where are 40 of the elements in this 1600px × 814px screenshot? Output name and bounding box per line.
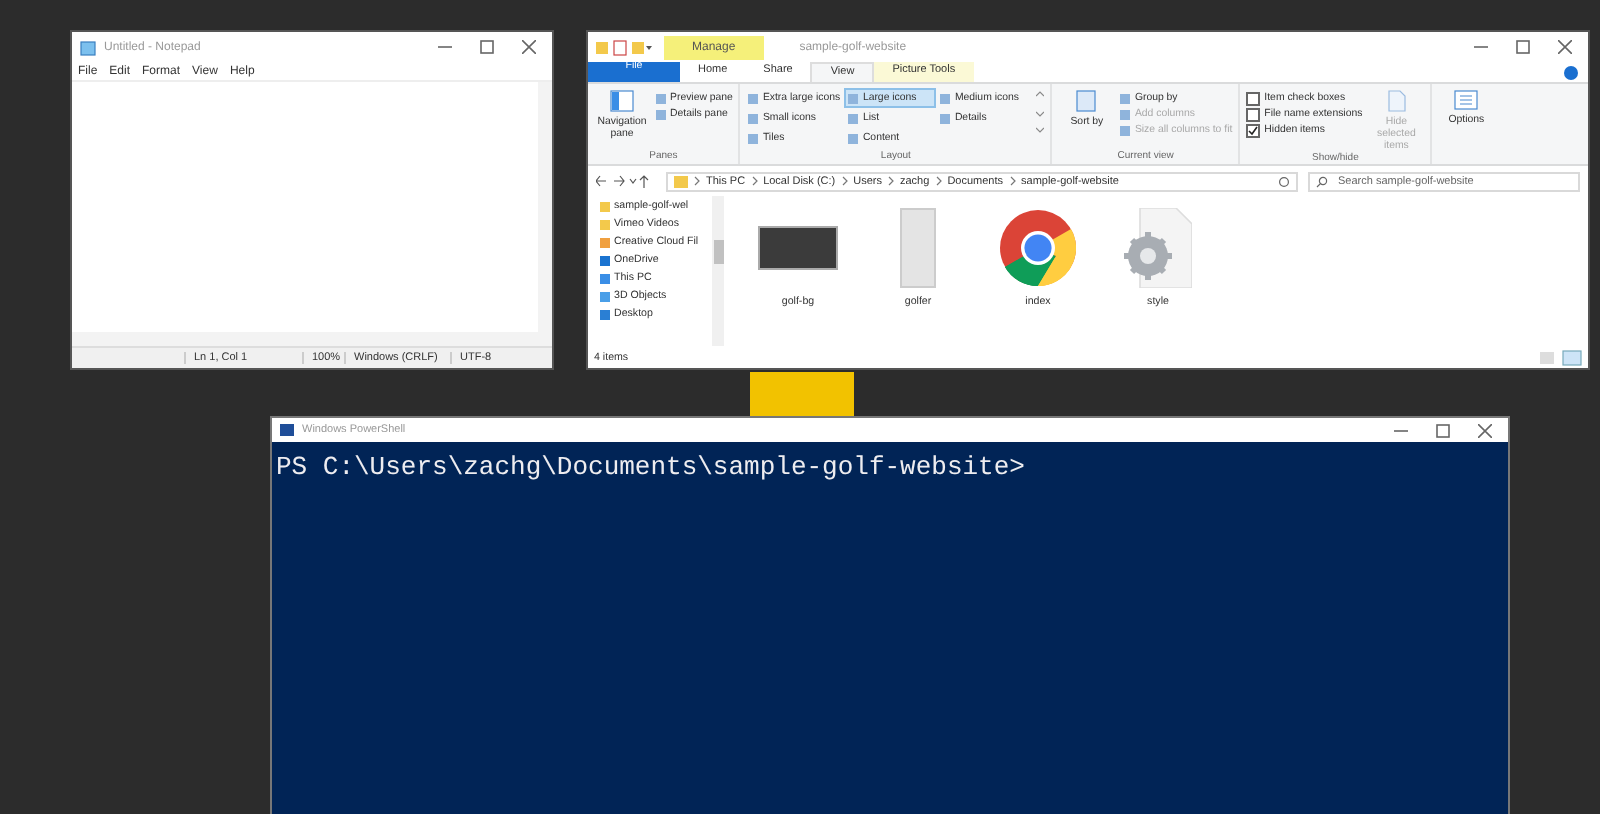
scroll-arrows-icon[interactable] bbox=[1036, 88, 1045, 136]
navigation-pane-icon bbox=[610, 90, 634, 112]
chevron-icon bbox=[694, 176, 700, 186]
check-icon bbox=[1248, 125, 1259, 135]
terminal-area[interactable]: PS C:\Users\zachg\Documents\sample-golf-website> bbox=[272, 442, 1508, 814]
checkbox[interactable] bbox=[1246, 123, 1261, 137]
photo-placeholder bbox=[758, 226, 838, 270]
settings-file-icon bbox=[1124, 208, 1192, 288]
close-icon[interactable] bbox=[522, 40, 536, 54]
window-edge bbox=[750, 372, 854, 420]
document-icon bbox=[1387, 90, 1406, 112]
folder-icon bbox=[674, 175, 688, 187]
options-icon bbox=[1454, 90, 1479, 110]
minimize-icon[interactable] bbox=[1474, 40, 1488, 54]
vertical-scrollbar[interactable] bbox=[712, 196, 724, 346]
horizontal-scrollbar[interactable] bbox=[72, 332, 552, 346]
minimize-icon[interactable] bbox=[438, 40, 452, 54]
maximize-icon[interactable] bbox=[480, 40, 494, 54]
chevron-icon bbox=[935, 176, 942, 186]
checkbox[interactable] bbox=[1246, 107, 1261, 121]
chevron-icon bbox=[1009, 176, 1016, 186]
notepad-icon bbox=[80, 39, 96, 55]
browser-logo-icon bbox=[1000, 210, 1076, 286]
chevron-icon bbox=[888, 176, 894, 186]
maximize-icon[interactable] bbox=[1516, 40, 1530, 54]
command-prompt: PS C:\Users\zachg\Documents\sample-golf-website> bbox=[276, 452, 1025, 482]
vertical-scrollbar[interactable] bbox=[538, 82, 552, 332]
refresh-icon[interactable] bbox=[1278, 175, 1290, 187]
sort-icon bbox=[1076, 90, 1097, 112]
quick-access-icons[interactable] bbox=[596, 39, 652, 55]
checkbox[interactable] bbox=[1246, 91, 1261, 105]
close-icon[interactable] bbox=[1478, 423, 1492, 437]
photo-placeholder bbox=[900, 208, 936, 288]
chevron-icon bbox=[751, 176, 758, 186]
chevron-icon bbox=[841, 176, 848, 186]
terminal-icon bbox=[280, 424, 294, 436]
view-toggle-icon[interactable] bbox=[1538, 349, 1582, 365]
close-icon[interactable] bbox=[1558, 40, 1572, 54]
help-icon[interactable] bbox=[1564, 65, 1578, 79]
maximize-icon[interactable] bbox=[1436, 423, 1450, 437]
